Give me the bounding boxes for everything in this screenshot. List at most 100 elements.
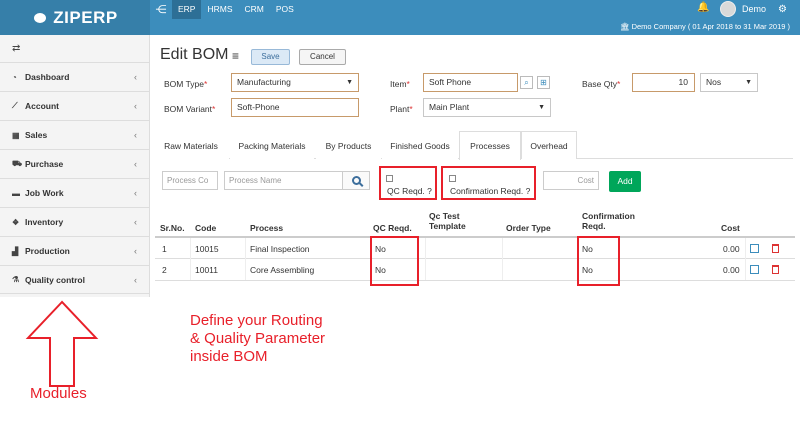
process-name-input[interactable]: Process Name [224,171,343,190]
cell-cost: 0.00 [723,265,740,275]
sidebar-item-inventory[interactable]: ❖ Inventory ‹ [0,207,149,236]
cancel-button[interactable]: Cancel [299,49,346,65]
sidebar-item-job-work[interactable]: ▬ Job Work ‹ [0,178,149,207]
company-bar: 🏛 Demo Company ( 01 Apr 2018 to 31 Mar 2… [150,19,800,35]
chevron-left-icon: ‹ [134,246,137,256]
sidebar-item-label: Quality control [25,274,85,285]
tab-overhead[interactable]: Overhead [521,131,577,159]
confirmation-highlight-box [441,166,536,200]
topnav-tab-erp[interactable]: ERP [172,0,202,19]
top-nav: ERP HRMS CRM POS [172,0,300,19]
column-divider [190,238,191,280]
cell-cost: 0.00 [723,244,740,254]
column-divider [425,238,426,280]
sidebar-item-label: Job Work [25,188,64,198]
trash-icon[interactable] [772,244,779,253]
chevron-left-icon: ‹ [134,159,137,169]
qc-highlight-box [379,166,437,200]
confirmation-column-highlight [577,236,620,286]
row-divider [155,258,795,259]
user-avatar[interactable] [720,1,736,17]
chart-icon: ⟋ [12,101,18,110]
brand-logo[interactable]: ZIPERP [0,0,150,35]
topnav-tab-hrms[interactable]: HRMS [201,0,238,19]
building-icon: 🏛 [619,22,630,31]
flask-icon: ⚗ [12,275,20,284]
sidebar-item-production[interactable]: ▟ Production ‹ [0,236,149,265]
chevron-left-icon: ‹ [134,72,137,82]
menu-icon[interactable]: ≡ [232,49,239,63]
process-search-button[interactable] [342,171,370,190]
page-title: Edit BOM [160,46,229,63]
sidebar-item-quality-control[interactable]: ⚗ Quality control ‹ [0,265,149,294]
header-cost: Cost [721,223,740,233]
annotation-text: Define your Routing & Quality Parameter … [190,312,326,365]
calculator-icon: ▦ [12,130,20,140]
sidebar-item-purchase[interactable]: ⛟ Purchase ‹ [0,149,149,178]
bom-type-select[interactable]: Manufacturing ▼ [231,73,359,92]
brand-name: ZIPERP [53,7,118,27]
caret-down-icon: ▼ [346,79,353,86]
arrow-up-icon [25,300,99,387]
cell-code: 10015 [195,244,219,254]
sidebar: ⇄ ◔ Dashboard ‹ ⟋ Account ‹ ▦ Sales ‹ ⛟ … [0,35,150,297]
plant-select[interactable]: Main Plant ▼ [423,98,551,117]
search-icon [351,176,361,185]
sidebar-item-label: Purchase [25,159,64,169]
bom-tabs: Raw Materials Packing Materials By Produ… [153,131,793,160]
qc-column-highlight [370,236,419,286]
sidebar-item-sales[interactable]: ▦ Sales ‹ [0,120,149,149]
column-divider [245,238,246,280]
sidebar-item-dashboard[interactable]: ◔ Dashboard ‹ [0,62,149,91]
user-name[interactable]: Demo [742,0,766,19]
topnav-tab-pos[interactable]: POS [270,0,300,19]
cart-icon: ⛟ [12,159,23,168]
caret-down-icon: ▼ [745,79,752,86]
tab-packing-materials[interactable]: Packing Materials [230,131,314,159]
cost-input[interactable]: Cost [543,171,599,190]
cell-process: Final Inspection [250,244,310,254]
tab-processes[interactable]: Processes [459,131,521,160]
cell-srno: 1 [162,244,167,254]
sidebar-item-label: Inventory [25,217,64,227]
chevron-left-icon: ‹ [134,217,137,227]
header-code: Code [195,223,217,233]
cell-code: 10011 [195,265,219,275]
cell-process: Core Assembling [250,265,315,275]
base-qty-input[interactable]: 10 [632,73,695,92]
sidebar-toggle-icon[interactable]: ⇄ [0,35,149,62]
header-srno: Sr.No. [160,223,185,233]
header-order-type: Order Type [506,223,551,233]
header-confirmation-reqd: Confirmation Reqd. [582,211,635,231]
unit-select[interactable]: Nos ▼ [700,73,758,92]
process-code-input[interactable]: Process Co [162,171,218,190]
edit-icon[interactable] [750,265,759,274]
sidebar-item-label: Account [25,101,59,111]
edit-icon[interactable] [750,244,759,253]
topnav-tab-crm[interactable]: CRM [239,0,270,19]
caret-down-icon: ▼ [538,104,545,111]
trash-icon[interactable] [772,265,779,274]
column-divider [502,238,503,280]
save-button[interactable]: Save [251,49,290,65]
bom-variant-input[interactable]: Soft-Phone [231,98,359,117]
add-item-icon[interactable]: ⊞ [537,76,550,89]
header-qc-reqd: QC Reqd. [373,223,412,233]
header-process: Process [250,223,284,233]
sidebar-item-label: Sales [25,130,48,140]
gear-icon[interactable]: ⚙ [778,0,787,19]
tab-by-products[interactable]: By Products [316,131,381,159]
bom-variant-label: BOM Variant* [164,104,216,114]
tab-finished-goods[interactable]: Finished Goods [382,131,458,159]
tab-raw-materials[interactable]: Raw Materials [153,131,229,159]
add-process-button[interactable]: Add [609,171,641,192]
logo-icon [32,11,50,25]
sidebar-item-account[interactable]: ⟋ Account ‹ [0,91,149,120]
cubes-icon: ❖ [12,217,20,227]
item-label: Item* [390,79,410,89]
share-icon[interactable]: ⋲ [153,2,169,17]
item-input[interactable]: Soft Phone [423,73,518,92]
search-icon[interactable]: ⌕ [520,76,533,89]
bell-icon[interactable]: 🔔 [697,2,709,13]
chevron-left-icon: ‹ [134,274,137,285]
